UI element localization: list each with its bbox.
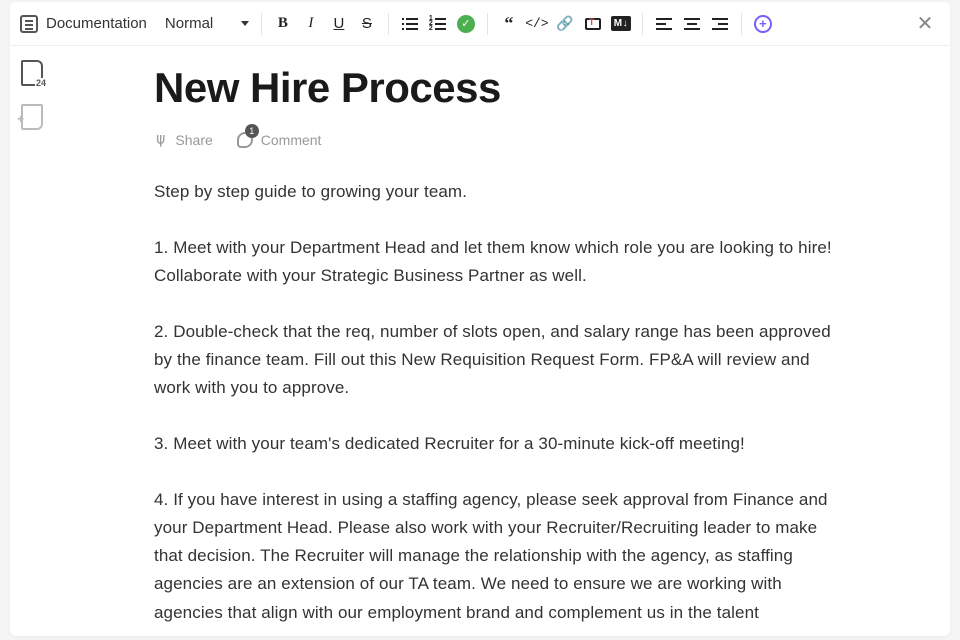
body-area: New Hire Process Share 1 Comment Step by… [10,46,950,636]
text-box-icon [585,18,601,30]
align-right-icon [712,18,728,30]
bullet-list-button[interactable] [397,11,423,37]
markdown-button[interactable]: M↓ [608,11,634,37]
separator [642,13,643,35]
strikethrough-button[interactable]: S [354,11,380,37]
align-left-button[interactable] [651,11,677,37]
doc-type-label: Documentation [46,15,147,32]
code-button[interactable]: </> [524,11,550,37]
text-style-select[interactable]: Normal [157,15,253,32]
document-icon [20,15,38,33]
plus-circle-icon [754,15,772,33]
italic-button[interactable]: I [298,11,324,37]
comment-icon: 1 [237,132,253,148]
editor-window: Documentation Normal B I U S ✓ [10,2,950,636]
page-count-icon[interactable] [21,60,43,86]
new-page-icon[interactable] [21,104,43,130]
step-2: 2. Double-check that the req, number of … [154,318,850,402]
share-label: Share [175,132,212,148]
body-text[interactable]: Step by step guide to growing your team.… [154,178,850,627]
bold-button[interactable]: B [270,11,296,37]
bullet-list-icon [402,18,418,30]
step-4: 4. If you have interest in using a staff… [154,486,850,626]
share-icon [154,130,167,150]
link-button[interactable] [552,11,578,37]
numbered-list-button[interactable] [425,11,451,37]
underline-button[interactable]: U [326,11,352,37]
share-button[interactable]: Share [154,130,213,150]
separator [487,13,488,35]
align-left-icon [656,18,672,30]
text-style-label: Normal [165,15,213,32]
check-circle-icon: ✓ [457,15,475,33]
doc-type[interactable]: Documentation [20,15,155,33]
close-button[interactable]: ✕ [910,9,940,39]
align-center-button[interactable] [679,11,705,37]
align-right-button[interactable] [707,11,733,37]
comment-label: Comment [261,132,322,148]
text-box-button[interactable] [580,11,606,37]
comment-count-badge: 1 [245,124,259,138]
action-row: Share 1 Comment [154,130,850,150]
page-title: New Hire Process [154,64,850,112]
step-3: 3. Meet with your team's dedicated Recru… [154,430,850,458]
numbered-list-icon [430,18,446,30]
separator [388,13,389,35]
separator [261,13,262,35]
checklist-button[interactable]: ✓ [453,11,479,37]
markdown-icon: M↓ [611,16,631,31]
intro-paragraph: Step by step guide to growing your team. [154,178,850,206]
document-content[interactable]: New Hire Process Share 1 Comment Step by… [54,46,950,636]
step-1: 1. Meet with your Department Head and le… [154,234,850,290]
separator [741,13,742,35]
comment-button[interactable]: 1 Comment [237,132,322,148]
blockquote-button[interactable]: “ [496,11,522,37]
toolbar: Documentation Normal B I U S ✓ [10,2,950,46]
align-center-icon [684,18,700,30]
left-gutter [10,46,54,636]
add-block-button[interactable] [750,11,776,37]
chevron-down-icon [241,21,249,26]
